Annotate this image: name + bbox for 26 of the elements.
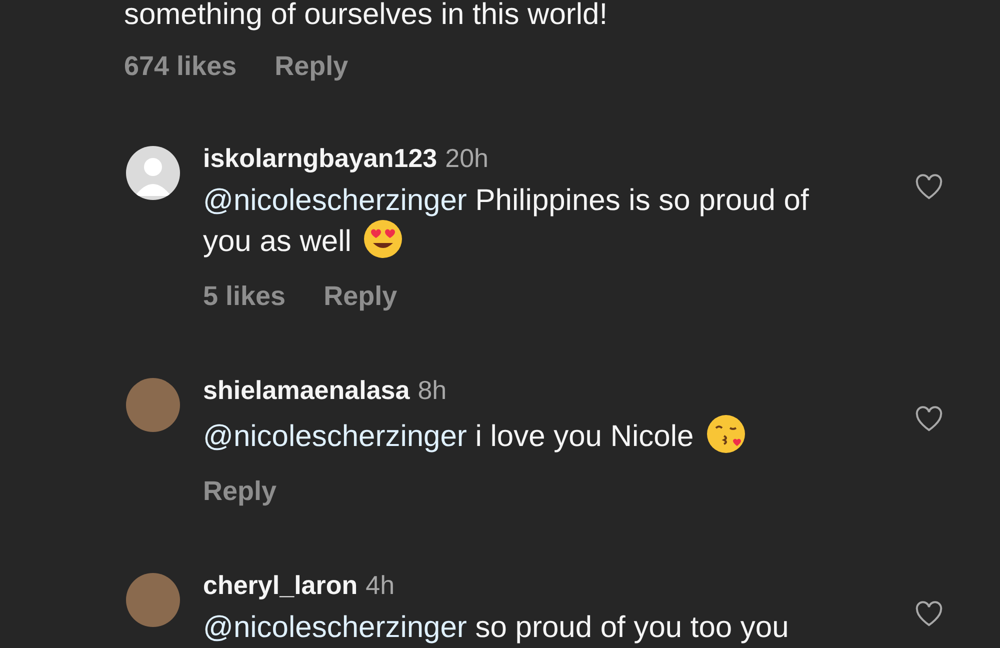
avatar-photo-placeholder[interactable] <box>126 573 180 627</box>
mention-link[interactable]: @nicolescherzinger <box>203 420 467 453</box>
username-link[interactable]: iskolarngbayan123 <box>203 140 438 176</box>
username-link[interactable]: shielamaenalasa <box>203 372 410 408</box>
mention-link[interactable]: @nicolescherzinger <box>203 611 467 644</box>
likes-count: 5 likes <box>203 280 286 313</box>
comment-text: @nicolescherzinger Philippines is so proud of you as well <box>203 183 810 260</box>
reply-button[interactable]: Reply <box>274 48 348 84</box>
avatar-photo-placeholder[interactable] <box>126 378 180 432</box>
comment-time: 20h <box>445 142 489 175</box>
like-heart-icon[interactable] <box>915 601 943 627</box>
likes-count: 674 likes <box>124 50 237 83</box>
like-heart-icon[interactable] <box>915 406 943 432</box>
comment-text: @nicolescherzinger so proud of you too you <box>203 610 790 646</box>
reply-button[interactable]: Reply <box>203 473 277 509</box>
comment-time: 4h <box>366 569 395 602</box>
like-heart-icon[interactable] <box>915 174 943 200</box>
reply-button[interactable]: Reply <box>324 278 398 314</box>
kissing-face-emoji-icon <box>706 414 746 454</box>
comment-text: @nicolescherzinger i love you Nicole <box>203 414 828 455</box>
comment-time: 8h <box>418 374 447 407</box>
default-avatar[interactable] <box>126 146 180 200</box>
mention-link[interactable]: @nicolescherzinger <box>203 184 467 217</box>
heart-eyes-emoji-icon <box>363 219 404 259</box>
username-link[interactable]: cheryl_laron <box>203 567 358 603</box>
comment-text: something of ourselves in this world! <box>124 0 609 33</box>
